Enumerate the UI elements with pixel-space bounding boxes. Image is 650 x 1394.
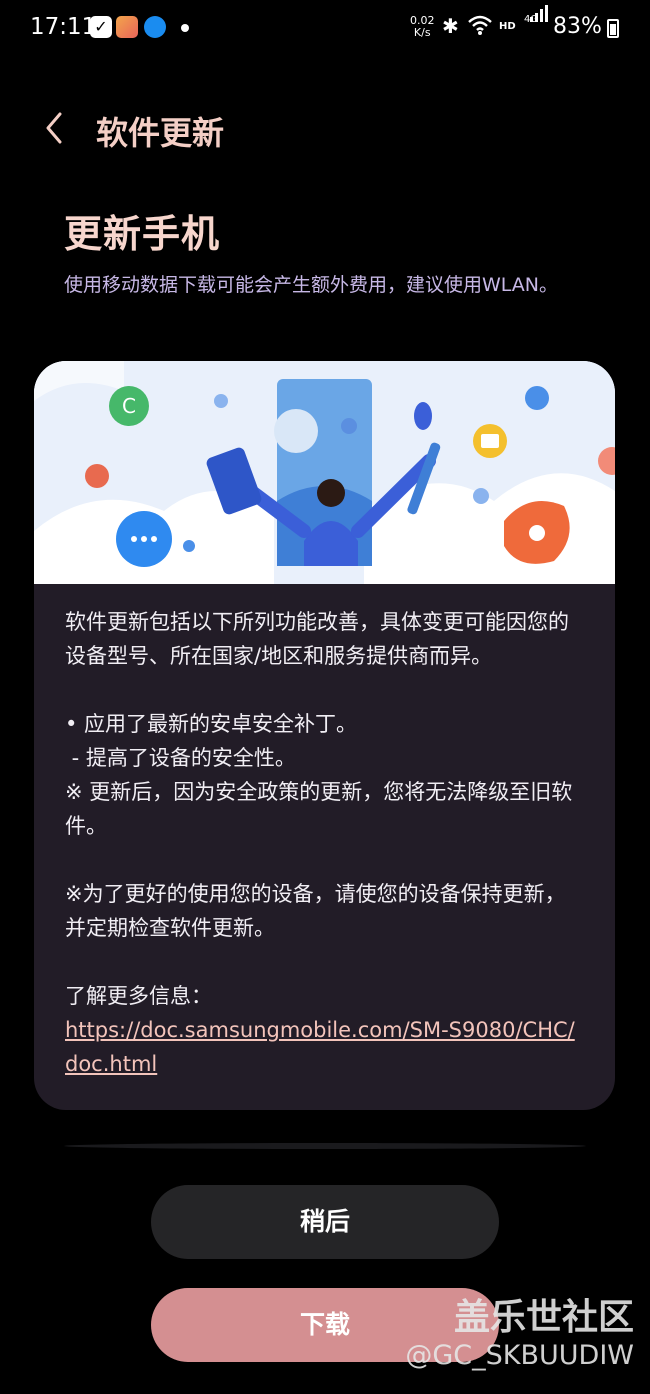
status-time: 17:11 <box>30 14 97 40</box>
status-bar: 17:11 ✓ 0.02 K/s ✱ HD 4G 83% <box>0 0 650 58</box>
more-notifications-dot-icon <box>181 24 189 32</box>
checkbox-notification-icon: ✓ <box>90 16 112 38</box>
app-notification-icon <box>116 16 138 38</box>
battery-icon <box>607 19 619 38</box>
more-info-link[interactable]: https://doc.samsungmobile.com/SM-S9080/C… <box>65 1013 585 1081</box>
scroll-edge <box>64 1143 586 1149</box>
watermark-title: 盖乐世社区 <box>453 1297 634 1338</box>
back-icon[interactable] <box>40 108 76 148</box>
later-button[interactable]: 稍后 <box>151 1185 499 1259</box>
update-advice: ※为了更好的使用您的设备，请使您的设备保持更新，并定期检查软件更新。 <box>65 882 566 940</box>
header-title: 软件更新 <box>96 114 225 152</box>
page-heading: 更新手机 <box>64 212 221 256</box>
release-note-item: • 应用了最新的安卓安全补丁。 <box>65 712 358 736</box>
svg-text:C: C <box>122 394 136 418</box>
hd-indicator: HD <box>499 21 516 32</box>
update-details-card: C 软件更新包括以下所列功能改善，具体变更可能因您的设备型号、所在国家/地区和服… <box>34 361 615 1110</box>
mobile-data-warning: 使用移动数据下载可能会产生额外费用，建议使用WLAN。 <box>64 274 559 296</box>
watermark-handle: @GC_SKBUUDIW <box>405 1340 634 1371</box>
release-notes: 软件更新包括以下所列功能改善，具体变更可能因您的设备型号、所在国家/地区和服务提… <box>65 605 585 1081</box>
network-speed-unit: K/s <box>413 26 431 39</box>
bluetooth-icon: ✱ <box>442 14 459 38</box>
assistant-notification-icon <box>144 16 166 38</box>
update-illustration: C <box>34 361 615 584</box>
network-speed: 0.02 K/s <box>410 15 435 39</box>
more-info-label: 了解更多信息： <box>65 984 212 1008</box>
battery-percent: 83% <box>553 14 602 39</box>
wifi-icon <box>467 14 493 41</box>
release-notes-intro: 软件更新包括以下所列功能改善，具体变更可能因您的设备型号、所在国家/地区和服务提… <box>65 610 569 668</box>
release-note-subitem: - 提高了设备的安全性。 <box>65 746 296 770</box>
downgrade-warning: ※ 更新后，因为安全政策的更新，您将无法降级至旧软件。 <box>65 780 573 838</box>
